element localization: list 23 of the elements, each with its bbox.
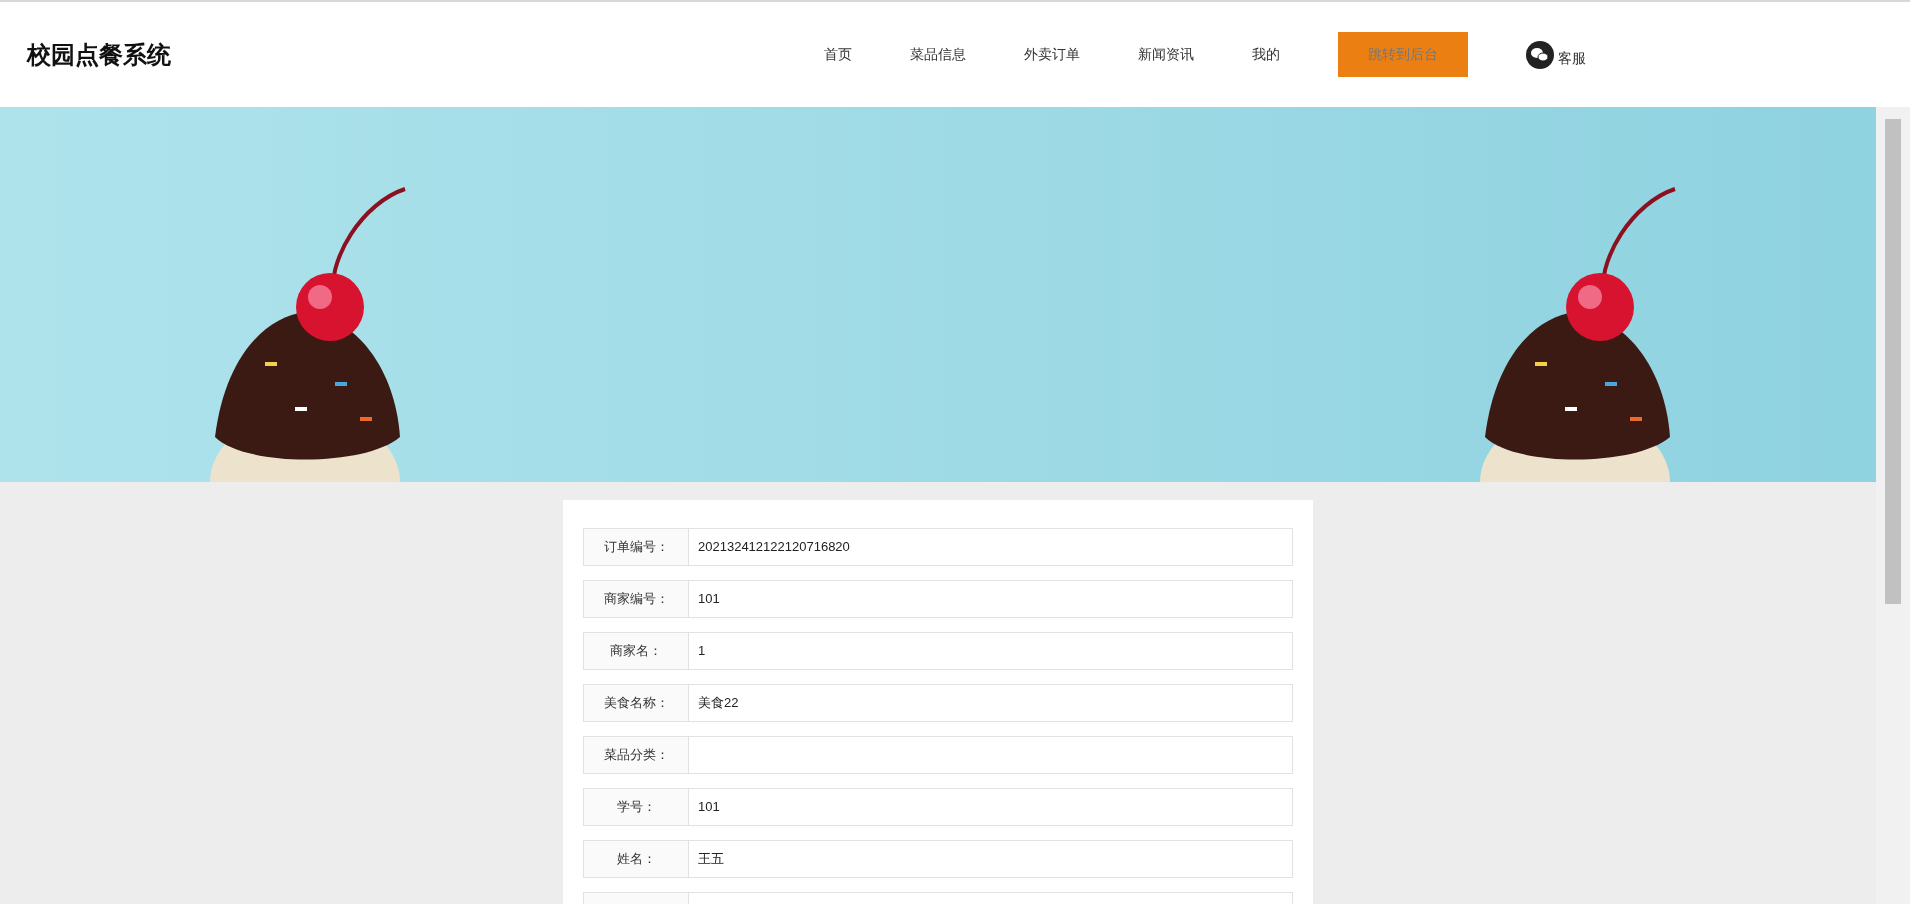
input-field[interactable] <box>688 737 1292 773</box>
nav-link[interactable]: 菜品信息 <box>910 44 966 65</box>
field-label: 学号： <box>616 798 656 817</box>
site-title: 校园点餐系统 <box>27 39 171 70</box>
nav-link[interactable]: 新闻资讯 <box>1138 44 1194 65</box>
chat-bubbles-icon[interactable] <box>1526 40 1554 69</box>
field-label: 美食名称： <box>603 694 669 713</box>
nav-link[interactable]: 外卖订单 <box>1024 44 1080 65</box>
nav-link[interactable]: 我的 <box>1252 44 1280 65</box>
input-field[interactable]: 1 <box>688 633 1292 669</box>
scrollbar[interactable] <box>1876 2 1910 904</box>
field-label: 商家名： <box>610 642 662 661</box>
input-field[interactable]: 101 <box>688 789 1292 825</box>
field-label: 订单编号： <box>603 538 669 557</box>
customer-service-link[interactable]: 客服 <box>1558 47 1586 69</box>
field-label: 菜品分类： <box>603 746 669 765</box>
input-field[interactable]: 101 <box>688 581 1292 617</box>
input-field[interactable]: 202132412122120716820 <box>688 529 1292 565</box>
field-label: 商家编号： <box>603 590 669 609</box>
input-field[interactable]: 王五 <box>688 841 1292 877</box>
field-label: 姓名： <box>616 850 656 869</box>
nav-link[interactable]: 首页 <box>824 44 852 65</box>
input-field[interactable]: 美食22 <box>688 685 1292 721</box>
